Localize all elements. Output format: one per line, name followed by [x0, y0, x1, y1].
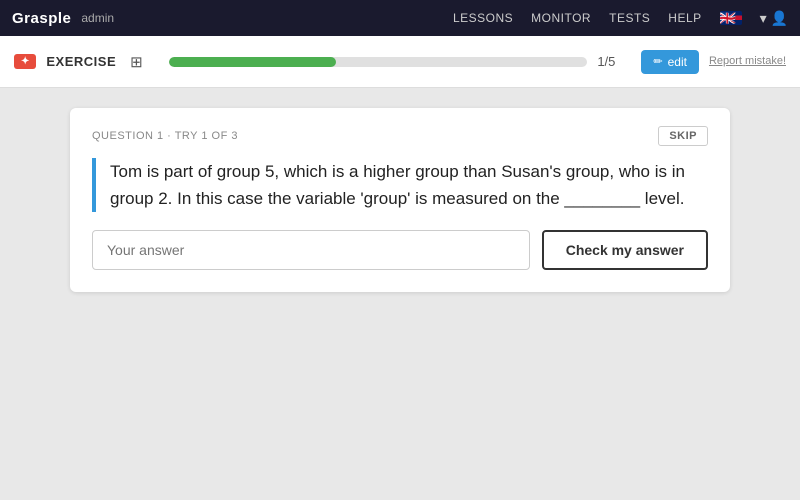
nav-left: Grasple admin: [12, 10, 114, 27]
logo: Grasple: [12, 10, 71, 27]
progress-bar-background: [169, 57, 588, 67]
edit-button[interactable]: ✏ edit: [641, 50, 699, 74]
exercise-badge: ✦: [14, 54, 36, 69]
nav-right: LESSONS MONITOR TESTS HELP ▾ 👤: [453, 10, 788, 27]
progress-bar-fill: [169, 57, 336, 67]
pencil-icon: ✏: [653, 55, 662, 68]
exercise-label: EXERCISE: [46, 54, 116, 69]
user-icon[interactable]: ▾ 👤: [760, 10, 788, 27]
question-text: Tom is part of group 5, which is a highe…: [110, 158, 708, 212]
nav-help[interactable]: HELP: [668, 11, 701, 25]
edit-label: edit: [668, 55, 687, 69]
progress-count: 1/5: [597, 54, 615, 69]
check-answer-button[interactable]: Check my answer: [542, 230, 708, 270]
question-text-wrapper: Tom is part of group 5, which is a highe…: [92, 158, 708, 212]
nav-tests[interactable]: TESTS: [609, 11, 650, 25]
report-mistake-link[interactable]: Report mistake!: [709, 54, 786, 68]
question-meta-row: QUESTION 1 · TRY 1 OF 3 SKIP: [92, 126, 708, 146]
nav-monitor[interactable]: MONITOR: [531, 11, 591, 25]
answer-input[interactable]: [92, 230, 530, 270]
question-meta: QUESTION 1 · TRY 1 OF 3: [92, 130, 238, 142]
question-card: QUESTION 1 · TRY 1 OF 3 SKIP Tom is part…: [70, 108, 730, 292]
grid-icon[interactable]: ⊞: [130, 53, 143, 71]
main-content: QUESTION 1 · TRY 1 OF 3 SKIP Tom is part…: [0, 88, 800, 500]
exercise-bar: ✦ EXERCISE ⊞ 1/5 ✏ edit Report mistake!: [0, 36, 800, 88]
skip-button[interactable]: SKIP: [658, 126, 708, 146]
answer-row: Check my answer: [92, 230, 708, 270]
top-navigation: Grasple admin LESSONS MONITOR TESTS HELP…: [0, 0, 800, 36]
progress-container: 1/5: [169, 54, 616, 69]
admin-label: admin: [81, 11, 114, 25]
nav-lessons[interactable]: LESSONS: [453, 11, 513, 25]
flag-icon[interactable]: [720, 11, 742, 25]
